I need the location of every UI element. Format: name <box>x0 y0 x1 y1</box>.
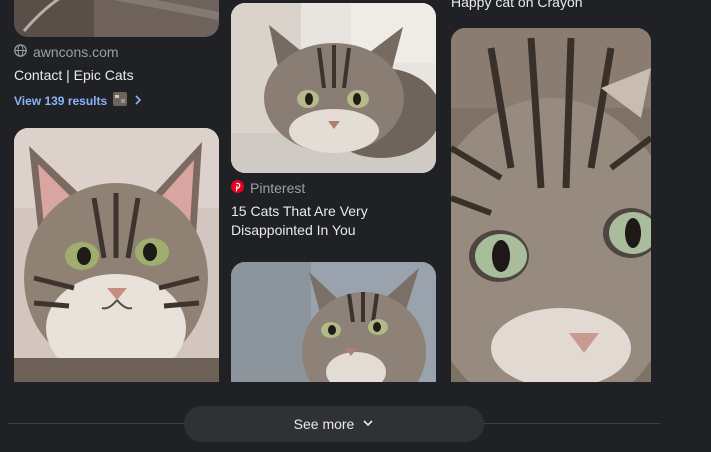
result-image-cat-closeup[interactable] <box>451 28 651 382</box>
chevron-right-icon <box>133 94 143 108</box>
result-image-lying-cat[interactable] <box>231 3 436 173</box>
result-title-epic-cats[interactable]: Contact | Epic Cats <box>14 66 134 85</box>
source-name: Pinterest <box>250 180 306 196</box>
result-source-awncons[interactable]: awncons.com <box>14 44 119 60</box>
result-title-disappointed-cats[interactable]: 15 Cats That Are Very Disappointed In Yo… <box>231 202 368 240</box>
pinterest-icon <box>231 180 244 196</box>
see-more-button[interactable]: See more <box>184 406 484 442</box>
image-results-grid: awncons.com Contact | Epic Cats View 139… <box>0 0 711 452</box>
title-line: 15 Cats That Are Very <box>231 203 368 219</box>
see-more-label: See more <box>293 416 355 432</box>
result-title-happy-cat[interactable]: Happy cat on Crayon <box>451 0 583 12</box>
globe-icon <box>14 44 27 60</box>
result-source-pinterest[interactable]: Pinterest <box>231 180 305 196</box>
title-line: Disappointed In You <box>231 222 356 238</box>
results-thumbnail-icon <box>113 92 128 109</box>
result-image-tabby-portrait[interactable] <box>14 128 219 382</box>
view-results-label: View 139 results <box>14 93 108 108</box>
result-image-epic-cats-top[interactable] <box>14 0 219 37</box>
chevron-down-icon <box>362 416 374 432</box>
view-results-link[interactable]: View 139 results <box>14 92 143 109</box>
source-name: awncons.com <box>33 44 119 60</box>
result-image-grumpy-cat[interactable] <box>231 262 436 382</box>
